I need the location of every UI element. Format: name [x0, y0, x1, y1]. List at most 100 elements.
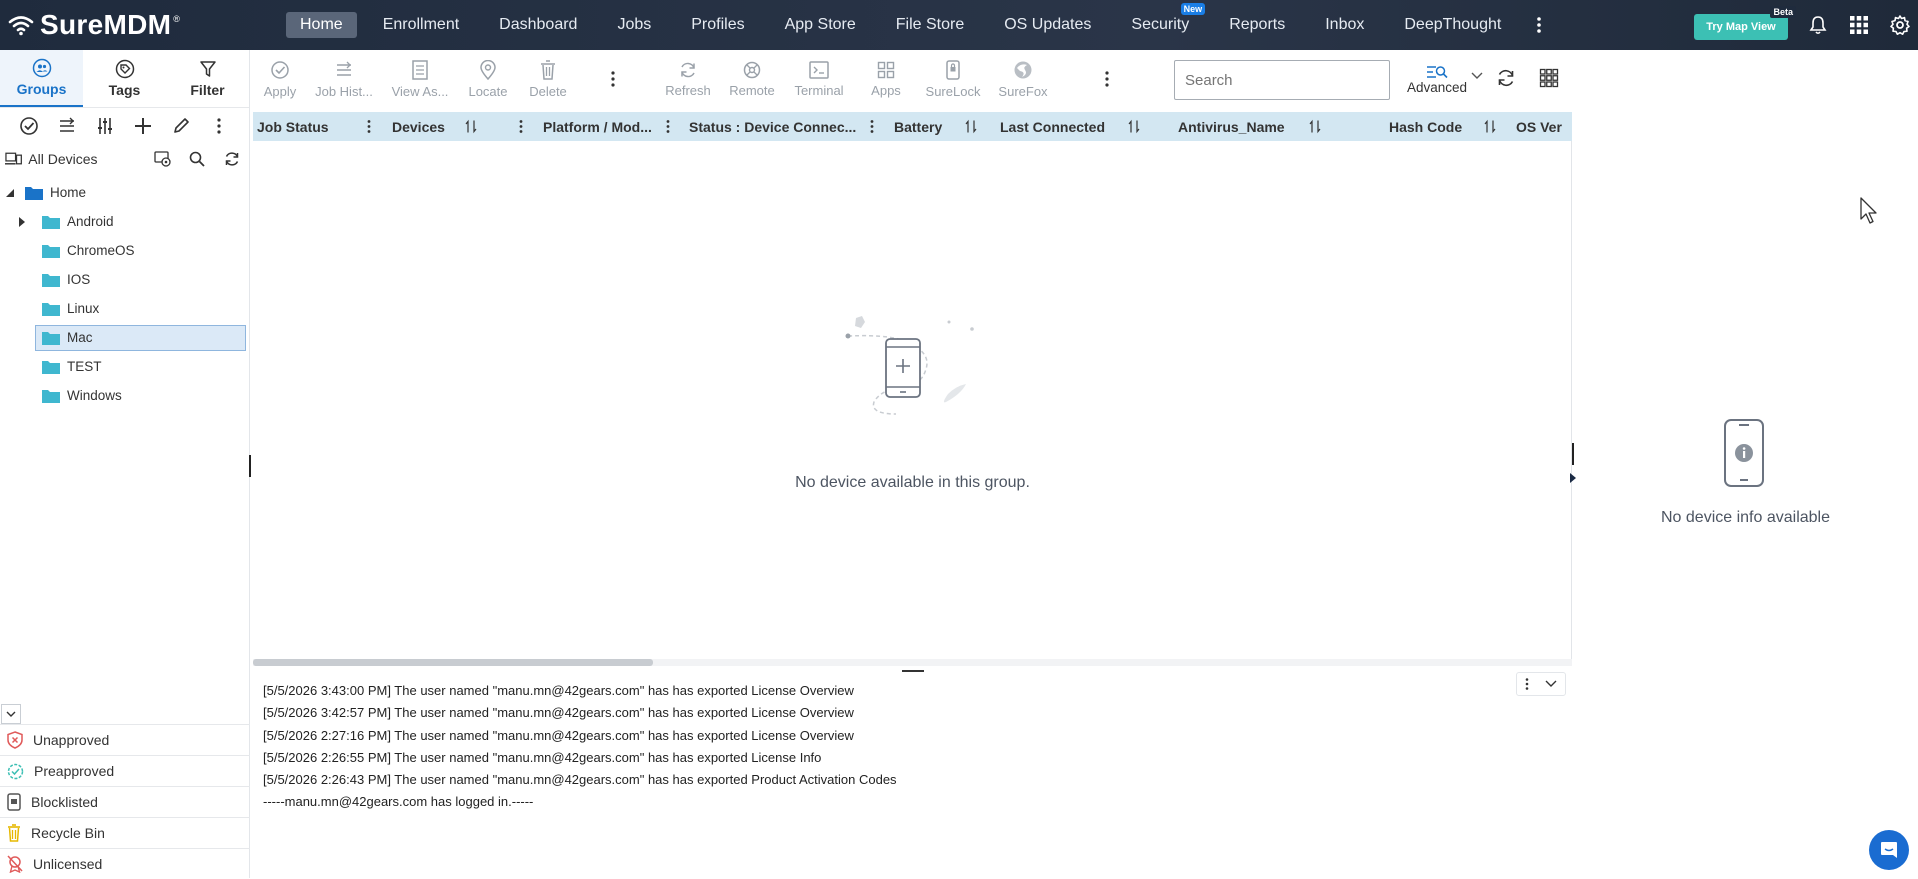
column-last-connected[interactable]: Last Connected: [1000, 112, 1105, 141]
nav-jobs[interactable]: Jobs: [603, 12, 665, 38]
status-unapproved[interactable]: Unapproved: [0, 724, 250, 755]
group-tree: Home Android ChromeOS IOS Linux Mac TEST…: [0, 178, 249, 410]
view-devices-icon[interactable]: [145, 151, 180, 167]
tree-item-android[interactable]: Android: [0, 207, 249, 236]
tree-item-mac[interactable]: Mac: [0, 323, 249, 352]
select-groups-icon[interactable]: [10, 111, 48, 141]
advanced-search-button[interactable]: Advanced: [1396, 56, 1478, 102]
collapsed-arrow-icon[interactable]: [17, 216, 27, 227]
toolbar-more2-icon[interactable]: [1087, 50, 1127, 108]
column-hash-code[interactable]: Hash Code: [1389, 112, 1462, 141]
groups-icon: [32, 58, 51, 78]
column-os-version[interactable]: OS Ver: [1516, 112, 1562, 141]
sort-icon[interactable]: [465, 112, 477, 141]
nav-dashboard[interactable]: Dashboard: [485, 12, 591, 38]
terminal-button[interactable]: Terminal: [783, 50, 855, 108]
column-menu-icon[interactable]: [519, 112, 523, 141]
log-more-icon[interactable]: [1525, 678, 1529, 690]
search-icon[interactable]: [180, 151, 215, 167]
group-more-icon[interactable]: [200, 111, 238, 141]
refresh-grid-icon[interactable]: [1496, 68, 1516, 88]
sort-icon[interactable]: [1484, 112, 1496, 141]
tree-item-windows[interactable]: Windows: [0, 381, 249, 410]
refresh-button[interactable]: Refresh: [655, 50, 721, 108]
tab-filter[interactable]: Filter: [166, 50, 249, 107]
chevron-down-icon[interactable]: [1471, 72, 1483, 80]
apps-grid-icon[interactable]: [1848, 14, 1870, 36]
nav-security-label: Security: [1131, 16, 1190, 33]
suremdm-logo[interactable]: SureMDM ®: [8, 9, 280, 41]
nav-os-updates[interactable]: OS Updates: [990, 12, 1105, 38]
filter-icon: [199, 61, 216, 77]
locate-button[interactable]: Locate: [459, 50, 517, 108]
unlicensed-icon: [7, 855, 23, 873]
location-pin-icon: [480, 59, 496, 80]
status-blocklisted[interactable]: Blocklisted: [0, 786, 250, 817]
view-as-label: View As...: [391, 83, 449, 99]
column-grid-icon[interactable]: [1539, 68, 1559, 88]
sort-icon[interactable]: [1309, 112, 1321, 141]
scrollbar-thumb[interactable]: [253, 659, 653, 666]
surefox-button[interactable]: SureFox: [989, 50, 1057, 108]
tree-item-home[interactable]: Home: [0, 178, 249, 207]
view-as-button[interactable]: View As...: [381, 50, 459, 108]
chat-support-button[interactable]: [1869, 830, 1909, 870]
nav-enrollment[interactable]: Enrollment: [369, 12, 473, 38]
column-job-status[interactable]: Job Status: [257, 112, 329, 141]
collapse-status-button[interactable]: [1, 704, 21, 724]
gear-icon[interactable]: [1889, 14, 1911, 36]
sort-icon[interactable]: [965, 112, 977, 141]
delete-button[interactable]: Delete: [517, 50, 579, 108]
remote-button[interactable]: Remote: [721, 50, 783, 108]
all-devices-label: All Devices: [28, 151, 98, 167]
all-devices-row[interactable]: All Devices: [0, 144, 249, 174]
tree-item-chromeos[interactable]: ChromeOS: [0, 236, 249, 265]
apply-button[interactable]: Apply: [253, 50, 307, 108]
job-history-button[interactable]: Job Hist...: [307, 50, 381, 108]
nav-profiles[interactable]: Profiles: [677, 12, 758, 38]
tree-item-linux[interactable]: Linux: [0, 294, 249, 323]
expanded-arrow-icon[interactable]: [5, 188, 15, 198]
status-recycle-bin[interactable]: Recycle Bin: [0, 817, 250, 848]
nav-inbox[interactable]: Inbox: [1311, 12, 1378, 38]
nav-more-icon[interactable]: [1529, 12, 1549, 38]
nav-security[interactable]: Security New: [1117, 3, 1206, 38]
sort-icon[interactable]: [1128, 112, 1140, 141]
search-input[interactable]: [1174, 60, 1390, 100]
refresh-tree-icon[interactable]: [214, 151, 249, 167]
folder-icon: [42, 274, 60, 287]
toolbar-more-icon[interactable]: [593, 50, 633, 108]
adjust-icon[interactable]: [86, 111, 124, 141]
tab-groups[interactable]: Groups: [0, 50, 83, 107]
nav-file-store[interactable]: File Store: [882, 12, 978, 38]
bell-icon[interactable]: [1807, 14, 1829, 36]
nav-app-store[interactable]: App Store: [771, 12, 870, 38]
chevron-down-icon[interactable]: [1545, 680, 1557, 688]
nav-reports[interactable]: Reports: [1215, 12, 1299, 38]
try-map-view-button[interactable]: Try Map View Beta: [1694, 6, 1796, 40]
sort-groups-icon[interactable]: [48, 111, 86, 141]
tab-tags[interactable]: Tags: [83, 50, 166, 107]
column-device-connection-status[interactable]: Status : Device Connec...: [689, 112, 856, 141]
column-battery[interactable]: Battery: [894, 112, 942, 141]
surelock-button[interactable]: SureLock: [917, 50, 989, 108]
apps-button[interactable]: Apps: [855, 50, 917, 108]
nav-home[interactable]: Home: [286, 12, 357, 38]
status-unlicensed[interactable]: Unlicensed: [0, 848, 250, 879]
column-menu-icon[interactable]: [870, 112, 874, 141]
horizontal-scrollbar[interactable]: [253, 659, 1572, 666]
column-menu-icon[interactable]: [666, 112, 670, 141]
edit-group-icon[interactable]: [162, 111, 200, 141]
column-menu-icon[interactable]: [367, 112, 371, 141]
status-preapproved[interactable]: Preapproved: [0, 755, 250, 786]
sidebar-resize-handle[interactable]: [249, 455, 251, 477]
tree-item-ios[interactable]: IOS: [0, 265, 249, 294]
nav-deepthought[interactable]: DeepThought: [1390, 12, 1515, 38]
column-devices[interactable]: Devices: [392, 112, 445, 141]
apps-label: Apps: [871, 82, 901, 98]
add-group-icon[interactable]: [124, 111, 162, 141]
column-label: OS Ver: [1516, 118, 1562, 135]
column-antivirus-name[interactable]: Antivirus_Name: [1178, 112, 1285, 141]
tree-item-test[interactable]: TEST: [0, 352, 249, 381]
column-platform-model[interactable]: Platform / Mod...: [543, 112, 652, 141]
